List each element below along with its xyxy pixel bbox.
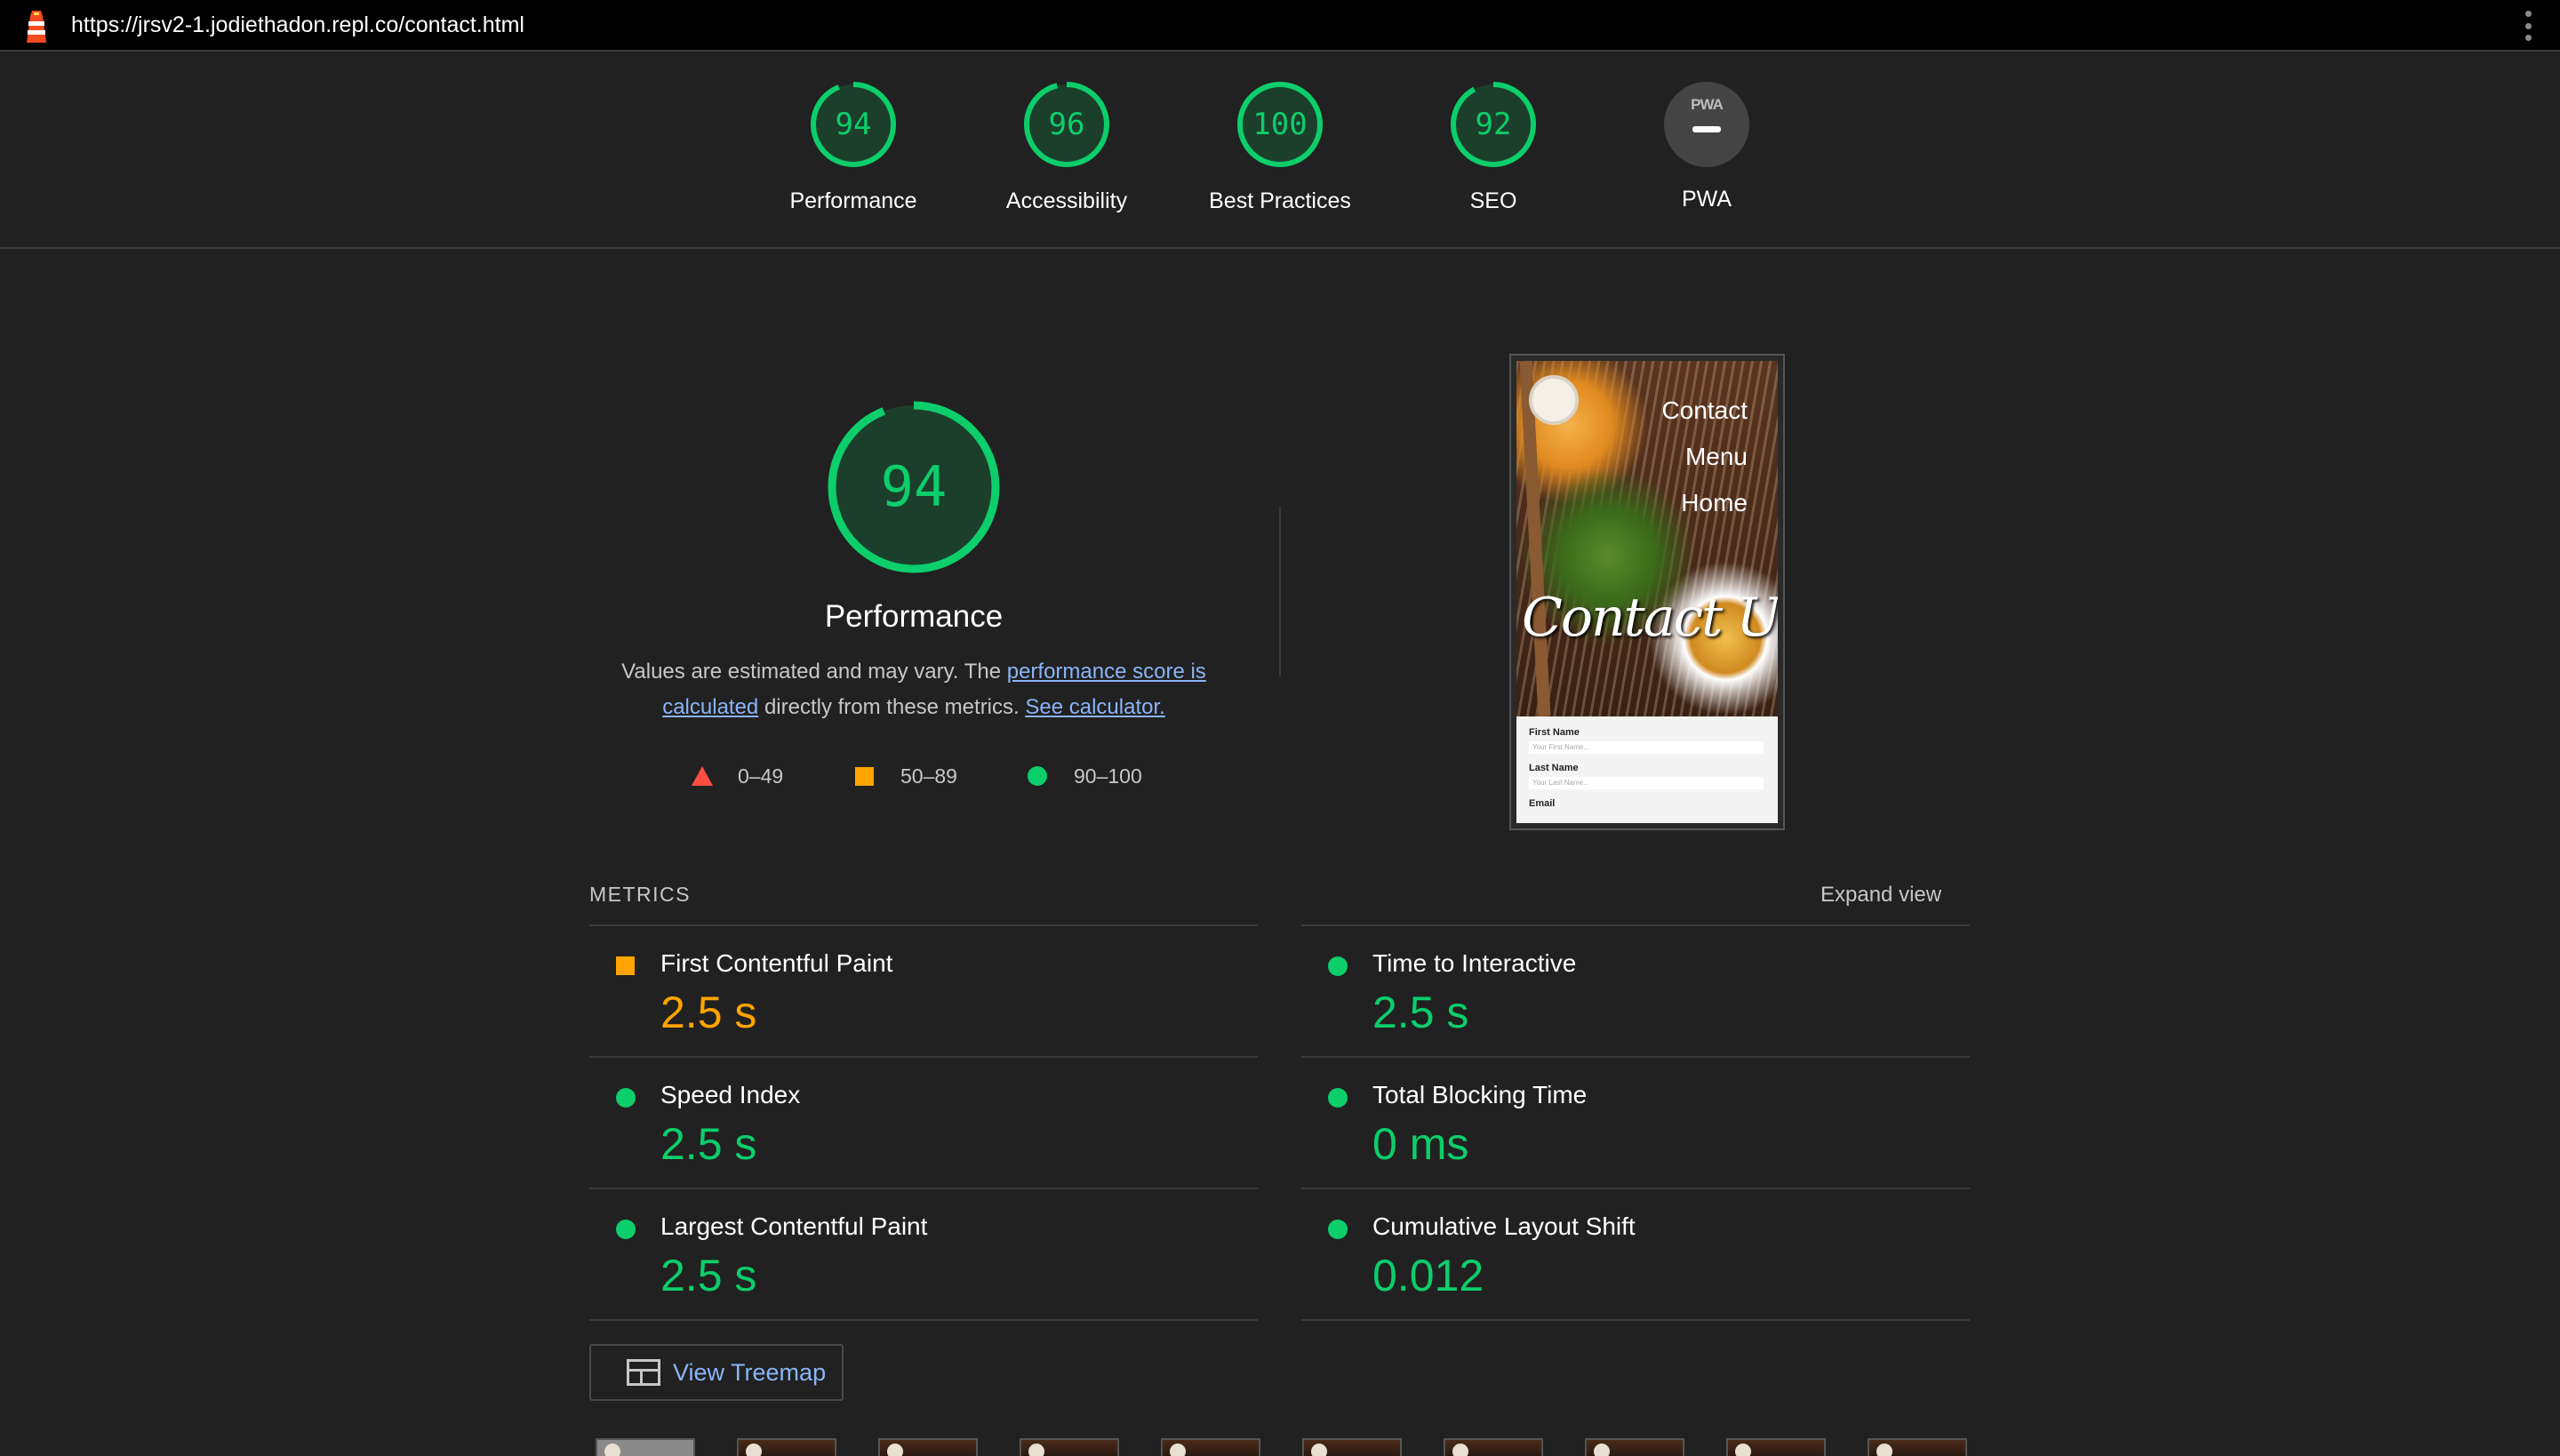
- metrics-header: METRICS: [589, 883, 691, 906]
- performance-gauge: 94: [827, 400, 1001, 574]
- divider: [1301, 1319, 1970, 1321]
- circle-icon: [616, 1088, 636, 1108]
- filmstrip-frame: [1302, 1438, 1402, 1456]
- legend-pass: 90–100: [1028, 763, 1142, 789]
- score-label: Performance: [789, 188, 917, 213]
- circle-icon: [616, 1220, 636, 1239]
- square-icon: [855, 766, 874, 786]
- square-icon: [616, 956, 635, 975]
- score-label: PWA: [1681, 187, 1732, 212]
- filmstrip-frame: [737, 1438, 836, 1456]
- metric-title: Time to Interactive: [1372, 949, 1577, 977]
- kebab-menu-icon[interactable]: [2523, 11, 2533, 41]
- form-label: First Name: [1529, 727, 1580, 738]
- view-treemap-label: View Treemap: [673, 1358, 827, 1386]
- metric-title: Cumulative Layout Shift: [1372, 1212, 1636, 1240]
- metric-total-blocking-time: Total Blocking Time 0 ms: [1301, 1056, 1970, 1188]
- performance-description: Values are estimated and may vary. The p…: [604, 654, 1223, 725]
- legend-range: 50–89: [900, 764, 957, 788]
- legend-fail: 0–49: [692, 763, 783, 789]
- view-treemap-button[interactable]: View Treemap: [589, 1344, 844, 1401]
- score-label: Accessibility: [1005, 188, 1128, 213]
- filmstrip-frame: [1868, 1438, 1967, 1456]
- score-performance[interactable]: 94 Performance: [747, 80, 960, 214]
- pwa-badge-icon: PWA: [1664, 82, 1749, 167]
- triangle-icon: [692, 766, 713, 786]
- form-label: Last Name: [1529, 763, 1579, 773]
- divider: [589, 1319, 1258, 1321]
- treemap-icon: [627, 1359, 660, 1386]
- filmstrip: [596, 1438, 1982, 1456]
- filmstrip-frame: [1585, 1438, 1684, 1456]
- gauge-accessibility: 96: [1022, 80, 1111, 169]
- score-accessibility[interactable]: 96 Accessibility: [960, 80, 1173, 214]
- form-input: Your First Name...: [1529, 741, 1764, 754]
- divider: [1279, 507, 1281, 676]
- filmstrip-frame: [878, 1438, 978, 1456]
- final-screenshot[interactable]: Contact Menu Home Contact Us First Name …: [1509, 354, 1785, 830]
- score-label: Best Practices: [1209, 188, 1351, 213]
- gauge-performance: 94: [809, 80, 898, 169]
- metric-largest-contentful-paint: Largest Contentful Paint 2.5 s: [589, 1188, 1258, 1319]
- performance-title: Performance: [824, 599, 1004, 634]
- metric-value: 2.5 s: [660, 1119, 757, 1169]
- filmstrip-frame: [1161, 1438, 1260, 1456]
- gauge-seo: 92: [1449, 80, 1538, 169]
- nav-link-home: Home: [1681, 489, 1748, 516]
- legend-range: 0–49: [738, 764, 784, 788]
- metric-first-contentful-paint: First Contentful Paint 2.5 s: [589, 924, 1258, 1056]
- expand-view-toggle[interactable]: Expand view: [1820, 883, 1941, 908]
- site-logo-icon: [1529, 375, 1579, 425]
- form-label: Email: [1529, 798, 1556, 809]
- lighthouse-icon: [27, 11, 46, 43]
- score-best-practices[interactable]: 100 Best Practices: [1173, 80, 1387, 214]
- legend-range: 90–100: [1074, 764, 1142, 788]
- score-value: 100: [1252, 107, 1308, 142]
- metric-title: First Contentful Paint: [660, 949, 893, 977]
- score-seo[interactable]: 92 SEO: [1387, 80, 1600, 214]
- metric-time-to-interactive: Time to Interactive 2.5 s: [1301, 924, 1970, 1056]
- see-calculator-link[interactable]: See calculator.: [1025, 695, 1164, 719]
- hero-title: Contact Us: [1522, 587, 1778, 649]
- circle-icon: [1328, 956, 1348, 976]
- contact-form: First Name Your First Name... Last Name …: [1516, 716, 1778, 823]
- score-value: 92: [1475, 107, 1512, 142]
- score-label: SEO: [1469, 188, 1517, 213]
- desc-text: directly from these metrics.: [758, 695, 1026, 719]
- metric-value: 2.5 s: [660, 988, 757, 1037]
- circle-icon: [1328, 1220, 1348, 1239]
- metric-value: 2.5 s: [660, 1251, 757, 1300]
- score-value: 94: [835, 107, 872, 142]
- performance-score-value: 94: [880, 454, 948, 519]
- filmstrip-frame: [1726, 1438, 1826, 1456]
- filmstrip-frame: [1020, 1438, 1119, 1456]
- gauge-best-practices: 100: [1236, 80, 1324, 169]
- screenshot-content: Contact Menu Home Contact Us First Name …: [1516, 361, 1778, 823]
- filmstrip-frame: [596, 1438, 695, 1456]
- legend-average: 50–89: [855, 763, 957, 789]
- dash-icon: [1692, 126, 1721, 132]
- nav-link-contact: Contact: [1661, 396, 1748, 424]
- filmstrip-frame: [1444, 1438, 1543, 1456]
- nav-link-menu: Menu: [1684, 443, 1748, 470]
- browser-url-bar: https://jrsv2-1.jodiethadon.repl.co/cont…: [0, 0, 2560, 52]
- score-pwa[interactable]: PWA PWA: [1600, 80, 1813, 212]
- metric-value: 0 ms: [1372, 1119, 1469, 1169]
- score-value: 96: [1048, 107, 1085, 142]
- metric-value: 0.012: [1372, 1251, 1484, 1300]
- page-url[interactable]: https://jrsv2-1.jodiethadon.repl.co/cont…: [71, 12, 524, 38]
- metric-title: Total Blocking Time: [1372, 1081, 1588, 1108]
- score-header: 94 Performance 96 Accessibility 100 Best…: [0, 53, 2560, 249]
- desc-text: Values are estimated and may vary. The: [621, 660, 1007, 684]
- metric-speed-index: Speed Index 2.5 s: [589, 1056, 1258, 1188]
- circle-icon: [1028, 766, 1047, 786]
- metric-value: 2.5 s: [1372, 988, 1469, 1037]
- circle-icon: [1328, 1088, 1348, 1108]
- form-input: Your Last Name...: [1529, 777, 1764, 789]
- metric-title: Speed Index: [660, 1081, 801, 1108]
- metric-title: Largest Contentful Paint: [660, 1212, 928, 1240]
- pwa-badge-text: PWA: [1691, 96, 1724, 113]
- metric-cumulative-layout-shift: Cumulative Layout Shift 0.012: [1301, 1188, 1970, 1319]
